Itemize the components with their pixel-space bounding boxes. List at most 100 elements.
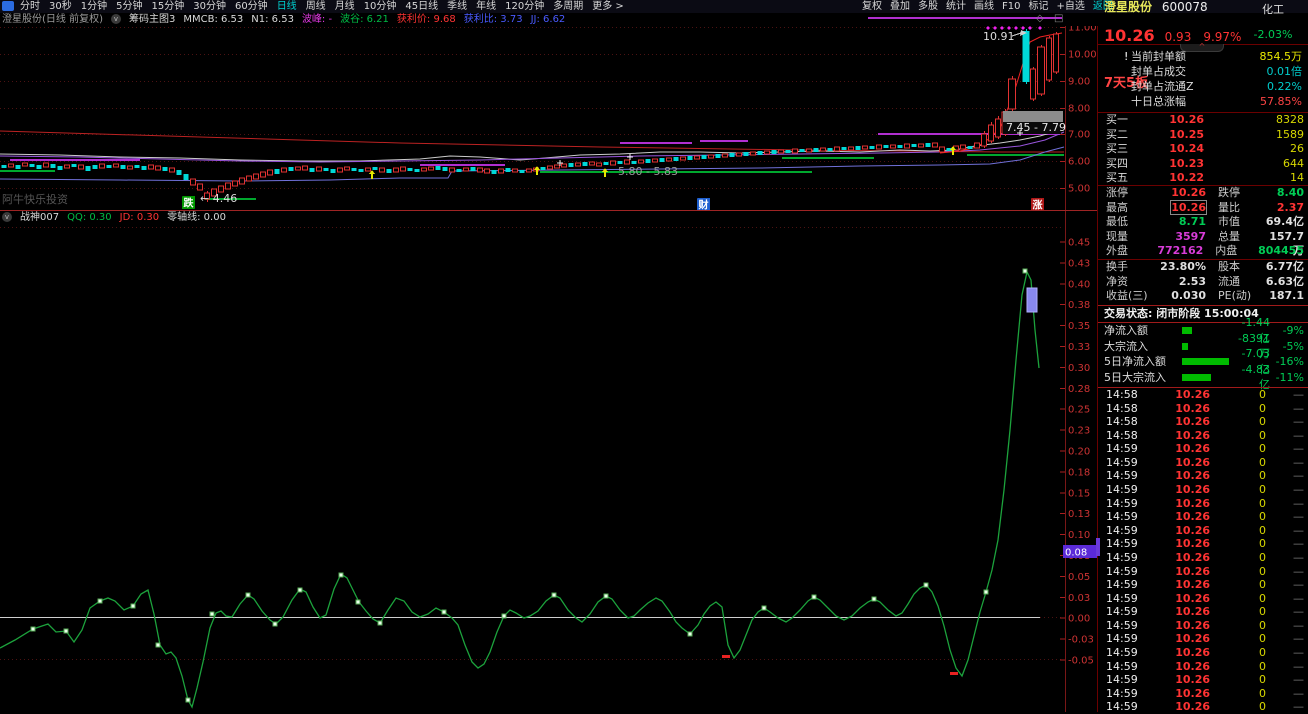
info-label: 内盘 bbox=[1215, 244, 1258, 259]
menu-period-item[interactable]: 周线 bbox=[306, 0, 326, 13]
curve-markers bbox=[31, 269, 1027, 702]
tick-volume: 0 bbox=[1210, 632, 1266, 646]
header-token: 波谷: 6.21 bbox=[340, 13, 389, 26]
watermark: 阿牛快乐投资 bbox=[2, 192, 68, 206]
menu-tool-item[interactable]: 统计 bbox=[946, 0, 966, 13]
menu-period-item[interactable]: 5分钟 bbox=[116, 0, 142, 13]
menu-period-item[interactable]: 1分钟 bbox=[81, 0, 107, 13]
tick-time: 14:59 bbox=[1098, 497, 1148, 511]
tick-row: 14:5910.260— bbox=[1098, 551, 1308, 565]
menu-period-item[interactable]: 月线 bbox=[335, 0, 355, 13]
chart-header: 澄星股份(日线 前复权) v 筹码主图3MMCB: 6.53N1: 6.53波峰… bbox=[2, 13, 565, 26]
info-label: 涨停 bbox=[1106, 186, 1146, 201]
menu-tool-item[interactable]: 画线 bbox=[974, 0, 994, 13]
bid-label: 买一 bbox=[1106, 113, 1140, 128]
signal-rect bbox=[1027, 288, 1037, 312]
bid-row[interactable]: 买三10.2426 bbox=[1098, 142, 1308, 157]
flow-pct: -11% bbox=[1270, 370, 1304, 386]
menu-period-item[interactable]: 分时 bbox=[20, 0, 40, 13]
flow-bar bbox=[1182, 354, 1232, 370]
tick-flag: — bbox=[1266, 551, 1304, 565]
info-value: 804455 bbox=[1258, 244, 1304, 259]
indicator-header-values: 战神007QQ: 0.30JD: 0.30零轴线: 0.00 bbox=[20, 211, 226, 224]
tick-volume: 0 bbox=[1210, 442, 1266, 456]
flow-row: 净流入额-1.44亿-9% bbox=[1098, 323, 1308, 339]
menu-tool-item[interactable]: F10 bbox=[1002, 0, 1020, 13]
tick-time: 14:58 bbox=[1098, 429, 1148, 443]
svg-text:0.30: 0.30 bbox=[1068, 363, 1090, 374]
stat-prefix bbox=[1124, 79, 1131, 94]
app-icon[interactable] bbox=[2, 1, 14, 11]
tick-volume: 0 bbox=[1210, 456, 1266, 470]
event-badge: 涨 bbox=[1031, 198, 1044, 210]
tick-price: 10.26 bbox=[1148, 551, 1210, 565]
tick-volume: 0 bbox=[1210, 592, 1266, 606]
indicator-chart[interactable]: 0.450.430.400.380.350.330.300.280.250.23… bbox=[0, 225, 1097, 712]
menu-period-item[interactable]: 多周期 bbox=[553, 0, 583, 13]
bid-price: 10.23 bbox=[1140, 157, 1204, 172]
tick-price: 10.26 bbox=[1148, 592, 1210, 606]
info-row: 最低8.71市值69.4亿 bbox=[1098, 215, 1308, 230]
menu-period-item[interactable]: 年线 bbox=[476, 0, 496, 13]
scrollbar-thumb[interactable] bbox=[1096, 538, 1100, 556]
tick-flag: — bbox=[1266, 592, 1304, 606]
menu-tool-item[interactable]: 叠加 bbox=[890, 0, 910, 13]
bid-price: 10.22 bbox=[1140, 171, 1204, 186]
svg-text:涨: 涨 bbox=[1033, 199, 1043, 211]
menu-period-item[interactable]: 30秒 bbox=[49, 0, 72, 13]
menu-tool-item[interactable]: 标记 bbox=[1028, 0, 1048, 13]
tick-time: 14:59 bbox=[1098, 660, 1148, 674]
main-candlestick-chart[interactable]: 7.45 - 7.795.80 - 5.8310.91跌财涨← 4.46阿牛快乐… bbox=[0, 26, 1097, 210]
bid-row[interactable]: 买五10.2214 bbox=[1098, 171, 1308, 186]
info-value: 6.77亿 bbox=[1262, 260, 1304, 275]
tick-time: 14:59 bbox=[1098, 578, 1148, 592]
flow-bar bbox=[1182, 339, 1232, 355]
tick-volume: 0 bbox=[1210, 619, 1266, 633]
menu-tool-item[interactable]: 多股 bbox=[918, 0, 938, 13]
tick-volume: 0 bbox=[1210, 551, 1266, 565]
info-label: 最低 bbox=[1106, 215, 1146, 230]
bid-row[interactable]: 买一10.268328 bbox=[1098, 113, 1308, 128]
tick-price: 10.26 bbox=[1148, 687, 1210, 701]
bid-row[interactable]: 买二10.251589 bbox=[1098, 128, 1308, 143]
menu-period-item[interactable]: 120分钟 bbox=[505, 0, 544, 13]
svg-text:6.00: 6.00 bbox=[1068, 157, 1090, 168]
tick-row: 14:5910.260— bbox=[1098, 456, 1308, 470]
indicator-header: v 战神007QQ: 0.30JD: 0.30零轴线: 0.00 bbox=[2, 211, 226, 224]
menu-period-item[interactable]: 季线 bbox=[447, 0, 467, 13]
chevron-down-icon[interactable]: v bbox=[2, 212, 12, 222]
bid-volume: 1589 bbox=[1204, 128, 1304, 143]
chevron-down-icon[interactable]: v bbox=[111, 14, 121, 24]
bid-row[interactable]: 买四10.23644 bbox=[1098, 157, 1308, 172]
tick-volume: 0 bbox=[1210, 388, 1266, 402]
svg-text:10.00: 10.00 bbox=[1068, 50, 1097, 61]
quote-panel: 10.26 0.93 9.97% ^ 7天5板 !当前封单额854.5万封单占成… bbox=[1098, 26, 1308, 712]
stat-label: 十日总涨幅 bbox=[1131, 94, 1260, 109]
tick-list[interactable]: 14:5810.260—14:5810.260—14:5810.260—14:5… bbox=[1098, 387, 1308, 714]
svg-text:0.33: 0.33 bbox=[1068, 342, 1090, 353]
menu-period-item[interactable]: 10分钟 bbox=[364, 0, 397, 13]
menu-period-item[interactable]: 30分钟 bbox=[193, 0, 226, 13]
flow-row: 5日大宗流入-4.83亿-11% bbox=[1098, 370, 1308, 386]
tick-row: 14:5810.260— bbox=[1098, 415, 1308, 429]
info-label: 总量 bbox=[1218, 230, 1262, 245]
menu-tool-item[interactable]: +自选 bbox=[1056, 0, 1084, 13]
menu-period-item[interactable]: 60分钟 bbox=[235, 0, 268, 13]
menu-period-item[interactable]: 45日线 bbox=[405, 0, 438, 13]
period-menu: 分时 30秒 1分钟 5分钟 15分钟 30分钟 60分钟日线周线月线 10分钟 45日线季线年… bbox=[20, 0, 624, 13]
high-price-label: 10.91 bbox=[983, 30, 1015, 43]
window-icon[interactable]: □ bbox=[1054, 13, 1063, 25]
sector-name[interactable]: 化工 bbox=[1242, 1, 1304, 17]
tick-volume: 0 bbox=[1210, 415, 1266, 429]
chip-range-label: 5.80 - 5.83 bbox=[618, 165, 678, 178]
svg-text:-0.03: -0.03 bbox=[1068, 635, 1094, 646]
tick-flag: — bbox=[1266, 524, 1304, 538]
menu-period-item[interactable]: 日线 bbox=[277, 0, 297, 13]
menu-period-item[interactable]: 更多 > bbox=[592, 0, 624, 13]
diamond-icon[interactable]: ◇ bbox=[1036, 13, 1044, 25]
tick-volume: 0 bbox=[1210, 469, 1266, 483]
limit-stats-rows: !当前封单额854.5万封单占成交0.01倍封单占流通Z0.22%十日总涨幅57… bbox=[1124, 49, 1302, 109]
menu-tool-item[interactable]: 复权 bbox=[862, 0, 882, 13]
menu-period-item[interactable]: 15分钟 bbox=[151, 0, 184, 13]
info-row: 换手23.80%股本6.77亿 bbox=[1098, 260, 1308, 275]
